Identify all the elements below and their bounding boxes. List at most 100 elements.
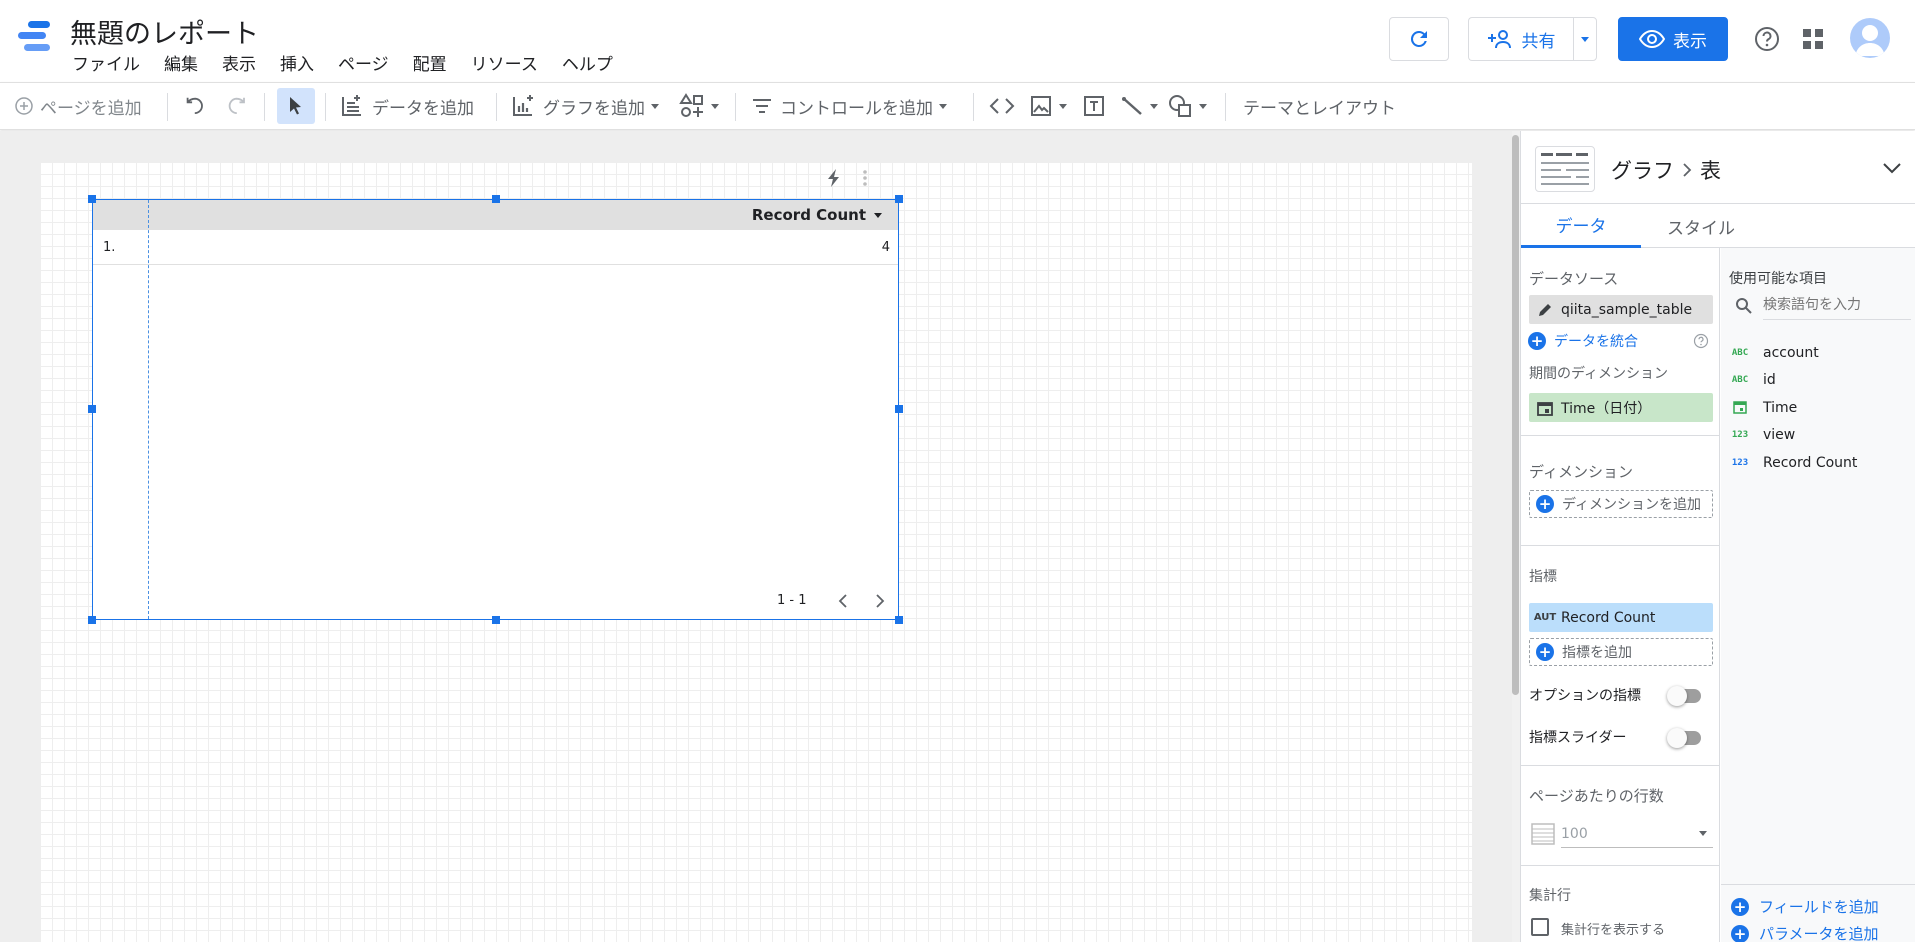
tab-data[interactable]: データ <box>1521 204 1641 248</box>
add-data-button[interactable]: データを追加 <box>340 83 474 129</box>
panel-tabs: データ スタイル <box>1521 204 1915 248</box>
share-dropdown-button[interactable] <box>1573 17 1597 61</box>
column-divider[interactable] <box>148 200 149 619</box>
menu-insert[interactable]: 挿入 <box>280 50 314 75</box>
menu-edit[interactable]: 編集 <box>164 50 198 75</box>
chevron-left-icon[interactable] <box>836 592 850 610</box>
add-chart-label: グラフを追加 <box>543 98 645 119</box>
menu-help[interactable]: ヘルプ <box>562 50 613 75</box>
summary-row-checkbox[interactable] <box>1531 918 1549 936</box>
resize-handle-top[interactable] <box>492 195 500 203</box>
add-dimension-button[interactable]: + ディメンションを追加 <box>1529 490 1713 518</box>
metric-slider-toggle[interactable] <box>1667 728 1701 748</box>
chevron-down-icon[interactable] <box>1881 161 1903 175</box>
line-button[interactable] <box>1120 83 1158 129</box>
data-source-chip[interactable]: qiita_sample_table <box>1529 295 1713 324</box>
date-dimension-chip[interactable]: Time（日付） <box>1529 393 1713 422</box>
chevron-down-icon <box>711 103 719 109</box>
avatar[interactable] <box>1850 18 1890 58</box>
column-header-record-count[interactable]: Record Count <box>752 206 882 224</box>
text-type-icon: ABC <box>1731 348 1749 358</box>
image-button[interactable] <box>1029 83 1067 129</box>
menu-page[interactable]: ページ <box>338 50 389 75</box>
embed-url-button[interactable] <box>989 83 1015 129</box>
add-circle-icon: + <box>1536 495 1554 513</box>
sort-desc-icon <box>874 212 882 218</box>
field-item-record-count[interactable]: 123 Record Count <box>1731 453 1858 473</box>
text-box-icon <box>1084 96 1104 116</box>
line-icon <box>1122 97 1142 115</box>
blend-data-link[interactable]: + データを統合 <box>1528 331 1638 351</box>
add-component-button[interactable] <box>679 83 719 129</box>
metric-chip[interactable]: AUT Record Count <box>1529 603 1713 632</box>
table-chart[interactable]: Record Count 1. 4 1 - 1 <box>92 199 899 620</box>
row-divider <box>93 264 898 265</box>
metric-title: 指標 <box>1529 569 1557 585</box>
text-type-icon: ABC <box>1731 375 1749 385</box>
share-button[interactable]: 共有 <box>1468 17 1574 61</box>
view-button[interactable]: 表示 <box>1618 17 1728 61</box>
toolbar-divider <box>1225 93 1226 121</box>
resize-handle-bottom-left[interactable] <box>88 616 96 624</box>
aggregation-badge[interactable]: AUT <box>1529 603 1561 632</box>
add-page-button[interactable]: ページを追加 <box>14 83 142 129</box>
rows-per-page-title: ページあたりの行数 <box>1529 787 1664 805</box>
undo-button[interactable] <box>184 83 208 129</box>
add-metric-button[interactable]: + 指標を追加 <box>1529 638 1713 666</box>
text-box-button[interactable] <box>1082 83 1106 129</box>
add-chart-button[interactable]: グラフを追加 <box>511 83 659 129</box>
resize-handle-bottom-right[interactable] <box>895 616 903 624</box>
data-studio-logo[interactable] <box>18 20 54 56</box>
field-item-account[interactable]: ABC account <box>1731 343 1819 363</box>
chevron-right-icon[interactable] <box>873 592 887 610</box>
theme-layout-button[interactable]: テーマとレイアウト <box>1243 83 1396 129</box>
report-title[interactable]: 無題のレポート <box>70 12 259 51</box>
menu-view[interactable]: 表示 <box>222 50 256 75</box>
field-search-input[interactable] <box>1763 290 1911 320</box>
summary-row-label: 集計行を表示する <box>1561 923 1666 938</box>
help-icon[interactable] <box>1693 333 1709 349</box>
resize-handle-bottom[interactable] <box>492 616 500 624</box>
menu-resources[interactable]: リソース <box>471 50 538 75</box>
more-vert-icon[interactable] <box>862 168 868 188</box>
metric-slider-label: 指標スライダー <box>1529 730 1627 746</box>
toolbar-divider <box>325 93 326 121</box>
canvas-scrollbar[interactable] <box>1512 135 1519 695</box>
refresh-button[interactable] <box>1389 17 1449 61</box>
resize-handle-top-left[interactable] <box>88 195 96 203</box>
toolbar-divider <box>496 93 497 121</box>
search-icon <box>1736 298 1752 314</box>
field-item-view[interactable]: 123 view <box>1731 425 1795 445</box>
add-control-button[interactable]: コントロールを追加 <box>750 83 947 129</box>
calendar-icon <box>1529 393 1561 422</box>
pencil-icon[interactable] <box>1529 295 1561 324</box>
resize-handle-right[interactable] <box>895 405 903 413</box>
tab-style[interactable]: スタイル <box>1641 204 1761 248</box>
add-data-label: データを追加 <box>372 98 474 119</box>
shape-button[interactable] <box>1167 83 1207 129</box>
add-component-icon <box>679 93 703 117</box>
add-circle-icon: + <box>1731 924 1749 942</box>
menu-arrange[interactable]: 配置 <box>413 50 447 75</box>
add-field-link[interactable]: + フィールドを追加 <box>1731 896 1879 917</box>
apps-grid-icon[interactable] <box>1801 27 1825 51</box>
table-chart-icon[interactable] <box>1535 146 1595 192</box>
field-item-time[interactable]: Time <box>1731 398 1797 418</box>
lightning-icon[interactable] <box>826 168 842 188</box>
data-source-name: qiita_sample_table <box>1561 301 1693 318</box>
menu-file[interactable]: ファイル <box>72 50 140 75</box>
properties-panel: グラフ 表 データ スタイル データソース qiita_sample_table… <box>1520 131 1915 942</box>
share-label: 共有 <box>1521 31 1556 52</box>
panel-header: グラフ 表 <box>1521 131 1915 204</box>
metric-name: Record Count <box>1561 609 1656 626</box>
optional-metric-toggle[interactable] <box>1667 686 1701 706</box>
redo-button[interactable] <box>224 83 248 129</box>
resize-handle-left[interactable] <box>88 405 96 413</box>
chevron-down-icon <box>651 103 659 109</box>
add-parameter-link[interactable]: + パラメータを追加 <box>1731 923 1879 942</box>
field-item-id[interactable]: ABC id <box>1731 370 1776 390</box>
rows-per-page-select[interactable]: 100 <box>1561 820 1713 848</box>
help-icon[interactable] <box>1752 24 1782 54</box>
resize-handle-top-right[interactable] <box>895 195 903 203</box>
select-tool-button[interactable] <box>277 88 315 124</box>
